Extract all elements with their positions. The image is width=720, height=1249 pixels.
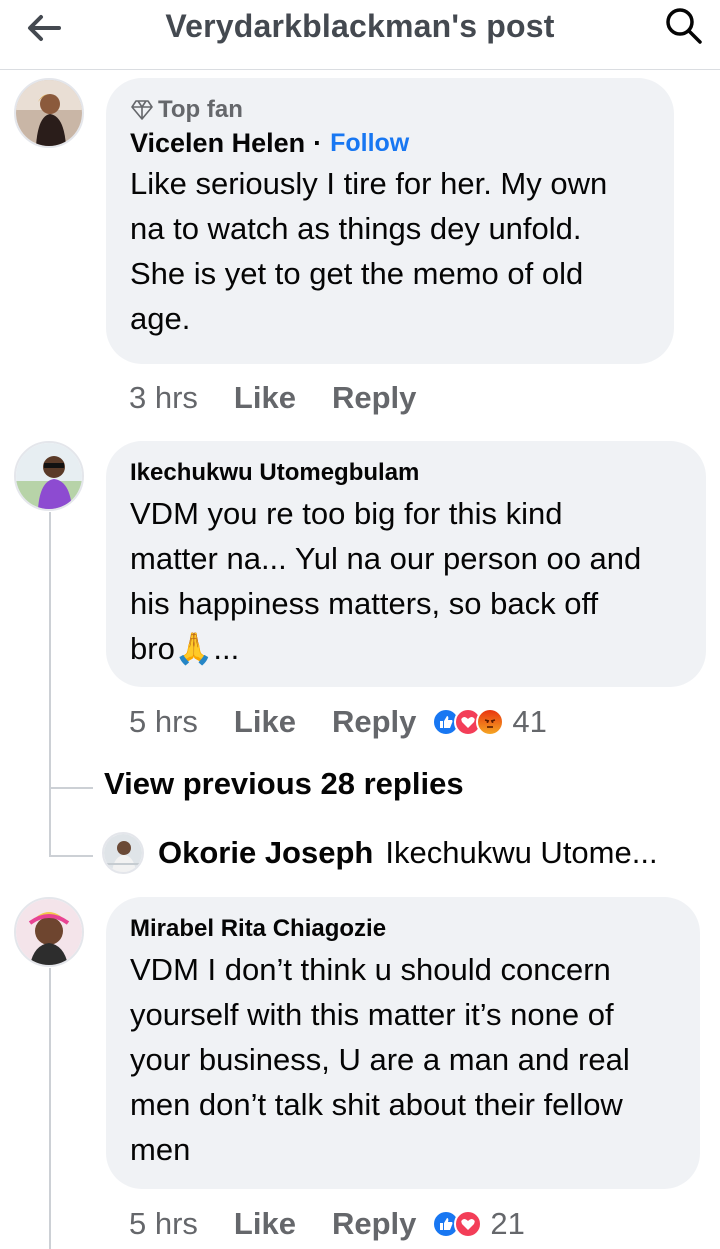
comment-author[interactable]: Ikechukwu Utomegbulam bbox=[130, 459, 684, 487]
post-comments-page: Verydarkblackman's post Top fan Vicelen … bbox=[0, 0, 720, 1249]
comment-line: yourself with this matter it’s none of bbox=[130, 997, 614, 1032]
avatar[interactable] bbox=[14, 897, 84, 967]
comment-line: matter na... Yul na our person oo and bbox=[130, 541, 642, 576]
view-previous-replies[interactable]: View previous 28 replies bbox=[104, 766, 464, 802]
comment-bubble: Mirabel Rita Chiagozie VDM I don’t think… bbox=[106, 897, 700, 1189]
page-title: Verydarkblackman's post bbox=[165, 8, 555, 44]
reply-button[interactable]: Reply bbox=[332, 380, 416, 416]
thread-line bbox=[49, 968, 51, 1249]
badge-label: Top fan bbox=[158, 96, 243, 123]
like-button[interactable]: Like bbox=[234, 704, 296, 740]
comment-line: Like seriously I tire for her. My own bbox=[130, 166, 608, 201]
comment-line: men don’t talk shit about their fellow bbox=[130, 1087, 623, 1122]
top-fan-badge: Top fan bbox=[130, 96, 652, 124]
comment-author[interactable]: Vicelen Helen bbox=[130, 128, 305, 159]
comment-line: his happiness matters, so back off bbox=[130, 586, 599, 621]
reaction-count[interactable]: 21 bbox=[490, 1206, 524, 1242]
search-icon bbox=[666, 8, 702, 44]
comment-time: 5 hrs bbox=[129, 1206, 198, 1241]
comment-line: men bbox=[130, 1132, 191, 1167]
separator-dot: · bbox=[313, 128, 323, 158]
comment-text: Like seriously I tire for her. My own na… bbox=[130, 161, 652, 341]
comment-time: 3 hrs bbox=[129, 380, 198, 415]
comment-actions: 3 hrs Like Reply bbox=[129, 378, 432, 418]
avatar[interactable] bbox=[14, 441, 84, 511]
diamond-icon bbox=[131, 100, 153, 120]
comment-line: VDM you re too big for this kind bbox=[130, 496, 563, 531]
comment-bubble: Ikechukwu Utomegbulam VDM you re too big… bbox=[106, 441, 706, 687]
like-button[interactable]: Like bbox=[234, 1206, 296, 1242]
comment-bubble: Top fan Vicelen Helen · Follow Like seri… bbox=[106, 78, 674, 364]
reply-snippet: Ikechukwu Utome... bbox=[385, 835, 658, 870]
thread-line-branch bbox=[49, 787, 93, 789]
reply-preview[interactable]: Okorie Joseph Ikechukwu Utome... bbox=[102, 832, 658, 874]
comment-author[interactable]: Mirabel Rita Chiagozie bbox=[130, 915, 678, 943]
profile-photo-icon bbox=[16, 443, 82, 509]
like-button[interactable]: Like bbox=[234, 380, 296, 416]
thread-line bbox=[49, 512, 51, 856]
profile-photo-icon bbox=[16, 80, 82, 146]
top-bar: Verydarkblackman's post bbox=[0, 0, 720, 70]
comment-line: your business, U are a man and real bbox=[130, 1042, 630, 1077]
reaction-summary[interactable] bbox=[432, 1210, 483, 1238]
comment-line: bro🙏... bbox=[130, 631, 240, 666]
angry-reaction-icon bbox=[476, 708, 505, 736]
comment-time: 5 hrs bbox=[129, 704, 198, 739]
comment-actions: 5 hrs Like Reply 21 bbox=[129, 1204, 525, 1244]
comment-line: VDM I don’t think u should concern bbox=[130, 952, 611, 987]
comment-text: VDM you re too big for this kind matter … bbox=[130, 491, 684, 671]
comment-actions: 5 hrs Like Reply 41 bbox=[129, 702, 547, 742]
reply-button[interactable]: Reply bbox=[332, 704, 416, 740]
reply-button[interactable]: Reply bbox=[332, 1206, 416, 1242]
comment-line: na to watch as things dey unfold. bbox=[130, 211, 582, 246]
thread-line-branch bbox=[49, 855, 93, 857]
follow-button[interactable]: Follow bbox=[330, 129, 409, 158]
avatar[interactable] bbox=[14, 78, 84, 148]
profile-photo-icon bbox=[104, 834, 142, 872]
comment-line: She is yet to get the memo of old bbox=[130, 256, 584, 291]
reply-author: Okorie Joseph bbox=[158, 835, 374, 870]
comment-text: VDM I don’t think u should concern yours… bbox=[130, 947, 678, 1172]
love-reaction-icon bbox=[454, 1210, 483, 1238]
reaction-summary[interactable] bbox=[432, 708, 505, 736]
profile-photo-icon bbox=[16, 899, 82, 965]
avatar bbox=[102, 832, 144, 874]
search-button[interactable] bbox=[660, 4, 708, 48]
reaction-count[interactable]: 41 bbox=[512, 704, 546, 740]
comment-line: age. bbox=[130, 301, 191, 336]
